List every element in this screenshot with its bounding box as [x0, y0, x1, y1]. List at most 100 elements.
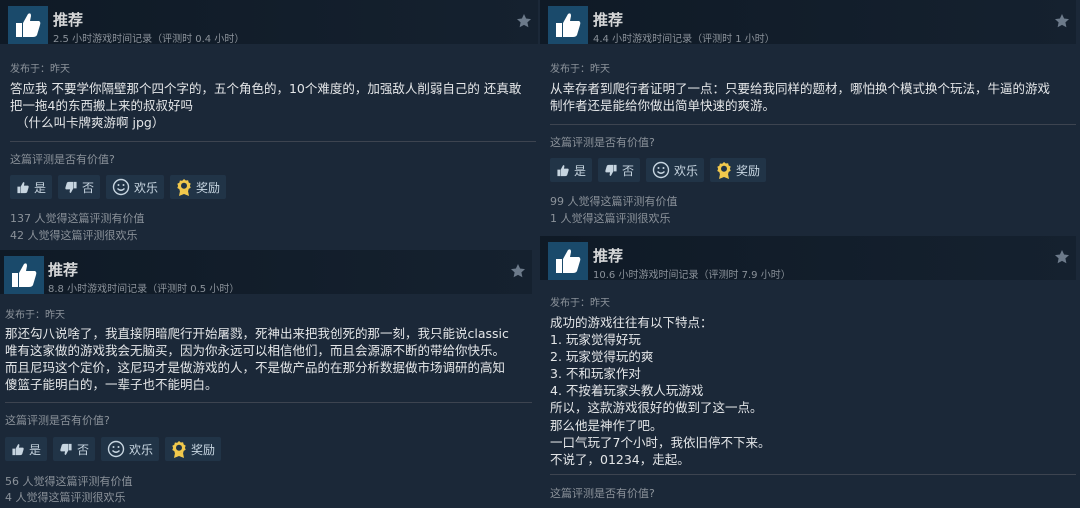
- review-line: 那还勾八说啥了，我直接阴暗爬行开始屠戮，死神出来把我创死的那一刻，我只能说cla…: [5, 326, 509, 341]
- review-line: 一口气玩了7个小时，我依旧停不下来。: [550, 434, 771, 450]
- award-label: 奖励: [191, 442, 216, 457]
- funny-count: 42 人觉得这篇评测很欢乐: [10, 229, 138, 242]
- vote-funny-button[interactable]: 欢乐: [101, 437, 160, 461]
- review-line: 4. 不按着玩家头教人玩游戏: [550, 383, 704, 399]
- review-text: 成功的游戏往往有以下特点： 1. 玩家觉得好玩 2. 玩家觉得玩的爽 3. 不和…: [550, 314, 1070, 468]
- award-button[interactable]: 奖励: [170, 175, 227, 199]
- vote-no-button[interactable]: 否: [53, 437, 96, 461]
- review-card: 推荐 4.4 小时游戏时间记录（评测时 1 小时） 发布于：昨天 从幸存者到爬行…: [540, 0, 1080, 232]
- award-icon: [177, 179, 191, 196]
- thumbs-down-icon: [65, 181, 77, 193]
- thumbs-down-icon: [605, 164, 617, 176]
- vote-buttons: 是 否 欢乐 奖励: [10, 175, 227, 199]
- helpful-count: 137 人觉得这篇评测有价值: [10, 212, 145, 225]
- divider: [550, 474, 1076, 475]
- review-text: 答应我 不要学你隔壁那个四个字的，五个角色的，10个难度的，加强敌人削弱自己的 …: [10, 80, 535, 131]
- review-header: 推荐 4.4 小时游戏时间记录（评测时 1 小时）: [540, 0, 1076, 45]
- vote-buttons: 是 否 欢乐 奖励: [5, 437, 222, 461]
- playtime-text: 4.4 小时游戏时间记录（评测时 1 小时）: [593, 34, 775, 45]
- review-line: 2. 玩家觉得玩的爽: [550, 349, 654, 365]
- vote-no-label: 否: [622, 163, 635, 178]
- funny-count: 1 人觉得这篇评测很欢乐: [550, 212, 671, 225]
- thumbs-up-icon: [12, 443, 24, 455]
- star-icon[interactable]: [510, 263, 526, 283]
- vote-yes-button[interactable]: 是: [10, 175, 53, 199]
- smiley-icon: [107, 440, 125, 458]
- divider: [5, 402, 532, 403]
- award-label: 奖励: [736, 163, 761, 178]
- review-line: 成功的游戏往往有以下特点：: [550, 315, 713, 330]
- star-icon[interactable]: [1054, 13, 1070, 33]
- review-card: 推荐 2.5 小时游戏时间记录（评测时 0.4 小时） 发布于：昨天 答应我 不…: [0, 0, 540, 250]
- vote-funny-label: 欢乐: [674, 163, 699, 178]
- review-line: 傻篮子能明白的，一辈子也不能明白。: [5, 377, 218, 392]
- posted-date: 发布于：昨天: [5, 310, 65, 321]
- playtime-text: 10.6 小时游戏时间记录（评测时 7.9 小时）: [593, 270, 791, 281]
- vote-yes-label: 是: [29, 442, 42, 457]
- review-line: 1. 玩家觉得好玩: [550, 332, 641, 348]
- vote-no-label: 否: [82, 180, 95, 195]
- vote-funny-button[interactable]: 欢乐: [106, 175, 165, 199]
- vote-buttons: 是 否 欢乐 奖励: [550, 158, 767, 182]
- smiley-icon: [652, 161, 670, 179]
- review-line: 唯有这家做的游戏我会无脑买，因为你永远可以相信他们，而且会源源不断的带给你快乐。: [5, 343, 506, 358]
- thumbs-up-icon[interactable]: [548, 242, 588, 280]
- recommendation-title[interactable]: 推荐: [53, 9, 83, 30]
- posted-date: 发布于：昨天: [10, 64, 70, 75]
- review-header: 推荐 2.5 小时游戏时间记录（评测时 0.4 小时）: [0, 0, 538, 45]
- smiley-icon: [112, 178, 130, 196]
- divider: [550, 124, 1076, 125]
- posted-date: 发布于：昨天: [550, 64, 610, 75]
- review-header: 推荐 10.6 小时游戏时间记录（评测时 7.9 小时）: [540, 236, 1076, 281]
- vote-no-label: 否: [77, 442, 90, 457]
- review-card: 推荐 8.8 小时游戏时间记录（评测时 0.5 小时） 发布于：昨天 那还勾八说…: [0, 250, 540, 508]
- thumbs-up-icon[interactable]: [4, 256, 44, 294]
- thumbs-up-icon[interactable]: [8, 6, 48, 44]
- recommendation-title[interactable]: 推荐: [593, 9, 623, 30]
- helpful-question: 这篇评测是否有价值?: [550, 136, 655, 149]
- review-card: 推荐 10.6 小时游戏时间记录（评测时 7.9 小时） 发布于：昨天 成功的游…: [540, 232, 1080, 508]
- helpful-count: 99 人觉得这篇评测有价值: [550, 195, 678, 208]
- vote-funny-label: 欢乐: [134, 180, 159, 195]
- star-icon[interactable]: [516, 13, 532, 33]
- thumbs-up-icon: [17, 181, 29, 193]
- vote-yes-label: 是: [574, 163, 587, 178]
- helpful-question: 这篇评测是否有价值?: [550, 487, 655, 500]
- playtime-text: 2.5 小时游戏时间记录（评测时 0.4 小时）: [53, 34, 245, 45]
- review-line: 制作者还是能给你做出简单快速的爽游。: [550, 98, 776, 113]
- review-line: 所以，这款游戏很好的做到了这一点。: [550, 400, 763, 416]
- award-icon: [717, 162, 731, 179]
- review-line: 而且尼玛这个定价，这尼玛才是做游戏的人，不是做产品的在那分析数据做市场调研的高知: [5, 360, 506, 375]
- vote-no-button[interactable]: 否: [598, 158, 641, 182]
- recommendation-title[interactable]: 推荐: [593, 245, 623, 266]
- review-line: 答应我 不要学你隔壁那个四个字的，五个角色的，10个难度的，加强敌人削弱自己的 …: [10, 81, 522, 96]
- review-line: 不说了，01234，走起。: [550, 451, 690, 467]
- review-text: 从幸存者到爬行者证明了一点：只要给我同样的题材，哪怕换个模式换个玩法，牛逼的游戏…: [550, 80, 1076, 114]
- review-line: 把一拖4的东西搬上来的叔叔好吗: [10, 98, 193, 113]
- divider: [10, 141, 536, 142]
- helpful-count: 56 人觉得这篇评测有价值: [5, 475, 133, 488]
- thumbs-up-icon[interactable]: [548, 6, 588, 44]
- vote-yes-button[interactable]: 是: [5, 437, 48, 461]
- review-text: 那还勾八说啥了，我直接阴暗爬行开始屠戮，死神出来把我创死的那一刻，我只能说cla…: [5, 325, 535, 393]
- vote-funny-button[interactable]: 欢乐: [646, 158, 705, 182]
- award-button[interactable]: 奖励: [165, 437, 222, 461]
- thumbs-up-icon: [557, 164, 569, 176]
- vote-yes-button[interactable]: 是: [550, 158, 593, 182]
- award-icon: [172, 441, 186, 458]
- review-line: （什么叫卡牌爽游啊 jpg）: [16, 115, 165, 130]
- vote-funny-label: 欢乐: [129, 442, 154, 457]
- recommendation-title[interactable]: 推荐: [48, 259, 78, 280]
- posted-date: 发布于：昨天: [550, 298, 610, 309]
- helpful-question: 这篇评测是否有价值?: [5, 414, 110, 427]
- award-button[interactable]: 奖励: [710, 158, 767, 182]
- review-line: 3. 不和玩家作对: [550, 366, 641, 382]
- star-icon[interactable]: [1054, 249, 1070, 269]
- funny-count: 4 人觉得这篇评测很欢乐: [5, 491, 126, 504]
- vote-yes-label: 是: [34, 180, 47, 195]
- review-header: 推荐 8.8 小时游戏时间记录（评测时 0.5 小时）: [0, 250, 532, 295]
- award-label: 奖励: [196, 180, 221, 195]
- thumbs-down-icon: [60, 443, 72, 455]
- review-line: 从幸存者到爬行者证明了一点：只要给我同样的题材，哪怕换个模式换个玩法，牛逼的游戏: [550, 81, 1051, 96]
- vote-no-button[interactable]: 否: [58, 175, 101, 199]
